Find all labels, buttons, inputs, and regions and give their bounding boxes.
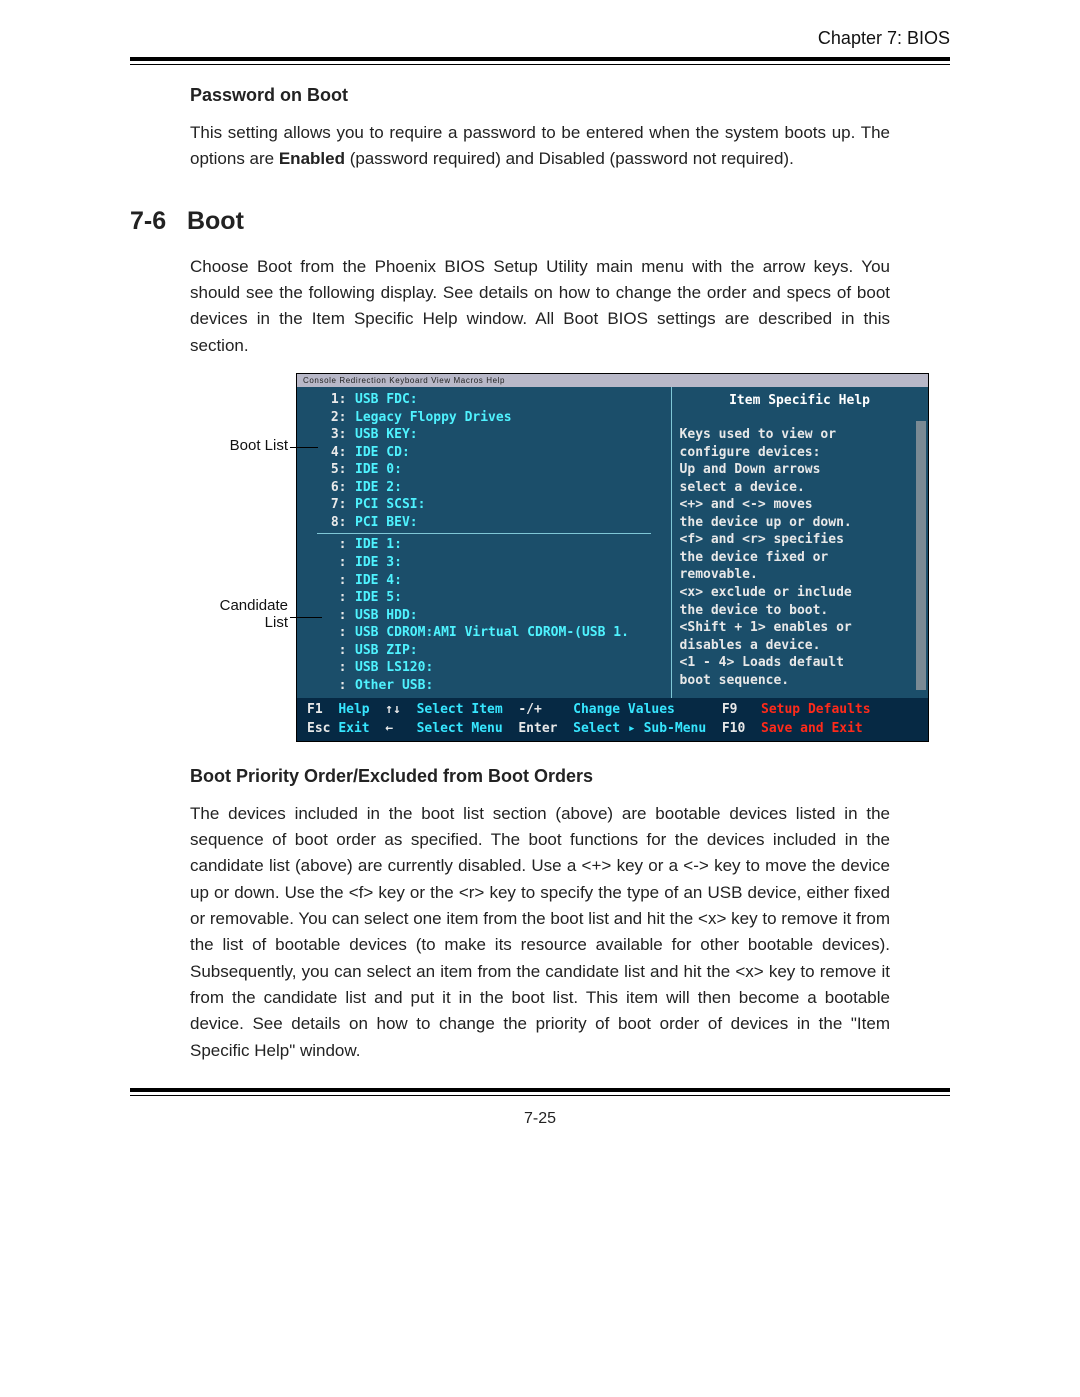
chapter-header: Chapter 7: BIOS — [130, 28, 950, 49]
bios-key-bar: F1 Help ↑↓ Select Item -/+ Change Values… — [297, 698, 928, 740]
bios-row-device: USB LS120: — [355, 659, 433, 677]
bios-row-device: IDE 5: — [355, 589, 402, 607]
bios-row-index: : — [323, 572, 355, 590]
bios-row-index: 6: — [323, 479, 355, 497]
bios-row-device: Legacy Floppy Drives — [355, 409, 512, 427]
footer-rule-thick — [130, 1088, 950, 1092]
bios-row-index: : — [323, 554, 355, 572]
bios-row-device: USB FDC: — [355, 391, 418, 409]
bios-row-device: PCI SCSI: — [355, 496, 425, 514]
text-bold: Enabled — [279, 149, 345, 168]
bios-help-line: <Shift + 1> enables or — [680, 619, 920, 637]
bios-help-line: <1 - 4> Loads default — [680, 654, 920, 672]
bios-help-line: disables a device. — [680, 637, 920, 655]
bios-row-index: : — [323, 624, 355, 642]
callout-boot-list: Boot List — [230, 437, 288, 454]
bios-boot-row: 4: IDE CD: — [297, 444, 671, 462]
header-rule-thin — [130, 64, 950, 65]
bios-row-index: 3: — [323, 426, 355, 444]
bios-row-index: : — [323, 659, 355, 677]
bios-help-line: boot sequence. — [680, 672, 920, 690]
callout-label: Candidate List — [220, 597, 288, 631]
bios-row-index: 8: — [323, 514, 355, 532]
bios-boot-row: : IDE 1: — [297, 536, 671, 554]
bios-boot-row: 2: Legacy Floppy Drives — [297, 409, 671, 427]
bios-row-index: 1: — [323, 391, 355, 409]
bios-row-device: PCI BEV: — [355, 514, 418, 532]
bios-help-line: <+> and <-> moves — [680, 496, 920, 514]
bios-help-panel: Item Specific Help Keys used to view orc… — [671, 387, 928, 698]
bios-row-index: : — [323, 677, 355, 695]
callout-label: Boot List — [230, 437, 288, 454]
bios-separator — [317, 533, 651, 534]
bios-boot-row: : USB HDD: — [297, 607, 671, 625]
bios-help-line: the device fixed or — [680, 549, 920, 567]
password-on-boot-text: This setting allows you to require a pas… — [190, 120, 890, 173]
bios-boot-panel: 1: USB FDC: 2: Legacy Floppy Drives 3: U… — [297, 387, 671, 698]
bios-boot-row: 8: PCI BEV: — [297, 514, 671, 532]
bios-row-device: IDE 4: — [355, 572, 402, 590]
bios-boot-row: : USB CDROM:AMI Virtual CDROM-(USB 1. — [297, 624, 671, 642]
bios-row-device: USB ZIP: — [355, 642, 418, 660]
bios-row-index: : — [323, 607, 355, 625]
header-rule-thick — [130, 57, 950, 61]
bios-row-device: IDE 0: — [355, 461, 402, 479]
bios-help-line: Up and Down arrows — [680, 461, 920, 479]
bios-row-index: 2: — [323, 409, 355, 427]
footer-rule-thin — [130, 1095, 950, 1096]
bios-window-menu: Console Redirection Keyboard View Macros… — [297, 374, 928, 387]
section-title: Boot — [187, 207, 244, 235]
bios-boot-row: 1: USB FDC: — [297, 391, 671, 409]
bios-window: Console Redirection Keyboard View Macros… — [296, 373, 929, 742]
bios-help-line: configure devices: — [680, 444, 920, 462]
bios-screenshot: Boot List Candidate List Console Redirec… — [190, 373, 890, 742]
password-on-boot-title: Password on Boot — [190, 85, 890, 106]
bios-boot-row: 7: PCI SCSI: — [297, 496, 671, 514]
bios-row-device: USB CDROM:AMI Virtual CDROM-(USB 1. — [355, 624, 629, 642]
boot-priority-title: Boot Priority Order/Excluded from Boot O… — [190, 766, 890, 787]
bios-row-index: : — [323, 536, 355, 554]
bios-row-index: 7: — [323, 496, 355, 514]
bios-row-index: 5: — [323, 461, 355, 479]
bios-boot-row: : IDE 5: — [297, 589, 671, 607]
text: (password required) and Disabled (passwo… — [345, 149, 794, 168]
bios-row-index: : — [323, 642, 355, 660]
bios-help-line: <f> and <r> specifies — [680, 531, 920, 549]
bios-help-title: Item Specific Help — [680, 391, 920, 426]
bios-boot-row: 3: USB KEY: — [297, 426, 671, 444]
bios-help-line: Keys used to view or — [680, 426, 920, 444]
bios-row-device: IDE 1: — [355, 536, 402, 554]
bios-row-index: : — [323, 589, 355, 607]
bios-boot-row: : Other USB: — [297, 677, 671, 695]
bios-help-line: removable. — [680, 566, 920, 584]
boot-heading: 7-6 Boot — [130, 207, 950, 236]
boot-intro-text: Choose Boot from the Phoenix BIOS Setup … — [190, 254, 890, 359]
bios-row-device: Other USB: — [355, 677, 433, 695]
bios-help-line: <x> exclude or include — [680, 584, 920, 602]
section-number: 7-6 — [130, 207, 166, 235]
bios-row-index: 4: — [323, 444, 355, 462]
bios-row-device: USB HDD: — [355, 607, 418, 625]
page-number: 7-25 — [130, 1110, 950, 1128]
boot-priority-text: The devices included in the boot list se… — [190, 801, 890, 1064]
bios-help-line: the device to boot. — [680, 602, 920, 620]
bios-row-device: IDE CD: — [355, 444, 410, 462]
callout-candidate-list: Candidate List — [220, 597, 288, 632]
bios-boot-row: : IDE 3: — [297, 554, 671, 572]
bios-boot-row: : IDE 4: — [297, 572, 671, 590]
bios-row-device: IDE 3: — [355, 554, 402, 572]
bios-boot-row: : USB ZIP: — [297, 642, 671, 660]
bios-boot-row: : USB LS120: — [297, 659, 671, 677]
bios-boot-row: 5: IDE 0: — [297, 461, 671, 479]
bios-row-device: USB KEY: — [355, 426, 418, 444]
bios-help-line: the device up or down. — [680, 514, 920, 532]
bios-help-line: select a device. — [680, 479, 920, 497]
bios-boot-row: 6: IDE 2: — [297, 479, 671, 497]
bios-row-device: IDE 2: — [355, 479, 402, 497]
